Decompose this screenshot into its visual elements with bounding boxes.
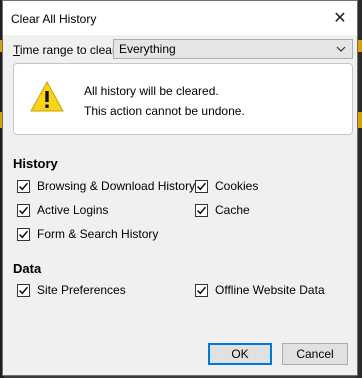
checkbox-box xyxy=(195,203,208,217)
checkbox-box xyxy=(17,203,30,217)
browsing-download-history-checkbox[interactable]: Browsing & Download History xyxy=(17,178,195,194)
warning-message: All history will be cleared. xyxy=(84,84,219,98)
cancel-button[interactable]: Cancel xyxy=(282,343,348,365)
site-preferences-checkbox[interactable]: Site Preferences xyxy=(17,282,126,298)
offline-website-data-checkbox[interactable]: Offline Website Data xyxy=(195,282,325,298)
active-logins-checkbox[interactable]: Active Logins xyxy=(17,202,108,218)
dialog-title: Clear All History xyxy=(11,12,97,26)
checkbox-label: Cookies xyxy=(215,179,259,193)
checkbox-box xyxy=(17,283,30,297)
close-icon: ✕ xyxy=(333,10,347,27)
checkbox-box xyxy=(17,227,30,241)
checkbox-label: Form & Search History xyxy=(37,227,159,241)
dialog-titlebar[interactable]: Clear All History ✕ xyxy=(3,1,357,35)
checkbox-label: Active Logins xyxy=(37,203,109,217)
time-range-select[interactable]: Everything xyxy=(113,39,353,59)
warning-submessage: This action cannot be undone. xyxy=(84,104,245,118)
checkbox-label: Offline Website Data xyxy=(215,283,325,297)
form-search-history-checkbox[interactable]: Form & Search History xyxy=(17,226,158,242)
warning-triangle-icon xyxy=(29,80,65,114)
time-range-label: Time range to clear: xyxy=(13,43,120,57)
data-heading: Data xyxy=(13,261,42,276)
checkbox-box xyxy=(17,179,30,193)
history-heading: History xyxy=(13,156,58,171)
close-button[interactable]: ✕ xyxy=(323,1,357,35)
cookies-checkbox[interactable]: Cookies xyxy=(195,178,258,194)
checkbox-label: Cache xyxy=(215,203,250,217)
checkbox-box xyxy=(195,283,208,297)
chevron-down-icon xyxy=(336,43,346,55)
warning-panel: All history will be cleared. This action… xyxy=(13,63,353,135)
time-range-value: Everything xyxy=(119,42,176,56)
checkbox-label: Browsing & Download History xyxy=(37,179,196,193)
cache-checkbox[interactable]: Cache xyxy=(195,202,250,218)
time-range-row: Time range to clear: xyxy=(13,41,119,59)
checkbox-label: Site Preferences xyxy=(37,283,126,297)
clear-history-dialog: Clear All History ✕ Time range to clear:… xyxy=(2,0,358,376)
ok-button[interactable]: OK xyxy=(208,343,272,365)
checkbox-box xyxy=(195,179,208,193)
